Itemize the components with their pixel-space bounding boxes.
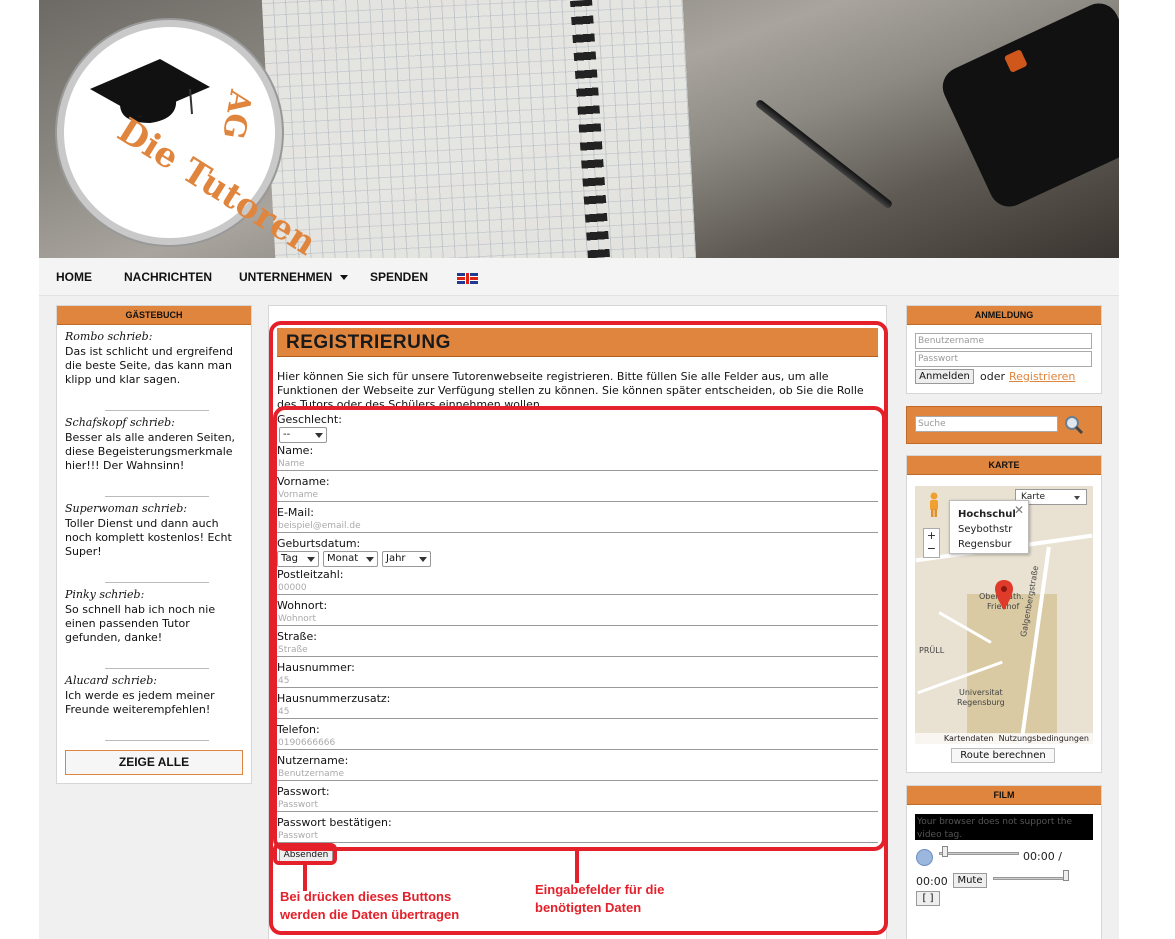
- guestbook-entry: Rombo schrieb: Das ist schlicht und ergr…: [65, 330, 243, 387]
- nav-company[interactable]: UNTERNEHMEN: [239, 270, 349, 284]
- map-panel: KARTE + − Karte Hochschul Seybothstr Reg…: [906, 455, 1102, 773]
- search-icon[interactable]: [1064, 415, 1084, 435]
- header-banner: Die Tutoren AG: [39, 0, 1119, 258]
- guestbook-text: Toller Dienst und dann auch noch komplet…: [65, 517, 232, 558]
- map-attribution: Kartendaten Nutzungsbedingungen: [915, 733, 1093, 744]
- map-campus-area: [967, 594, 1057, 734]
- guestbook-author: Rombo schrieb:: [65, 330, 153, 343]
- nav-news[interactable]: NACHRICHTEN: [124, 270, 212, 284]
- seek-slider[interactable]: [939, 852, 1019, 855]
- nav-donate[interactable]: SPENDEN: [370, 270, 428, 284]
- film-panel: FILM Your browser does not support the v…: [906, 785, 1102, 939]
- divider: [105, 582, 209, 583]
- uk-flag-icon[interactable]: [457, 273, 478, 284]
- site-logo[interactable]: Die Tutoren AG: [57, 20, 323, 258]
- logo-text-ag: AG: [214, 87, 258, 142]
- annotation-button-note: Bei drücken dieses Buttons werden die Da…: [280, 888, 459, 924]
- guestbook-entry: Alucard schrieb: Ich werde es jedem mein…: [65, 674, 243, 717]
- main-nav: HOME NACHRICHTEN UNTERNEHMEN SPENDEN: [39, 258, 1119, 296]
- registration-panel: REGISTRIERUNG Hier können Sie sich für u…: [268, 305, 888, 939]
- time-duration: 00:00: [916, 875, 948, 888]
- map-view[interactable]: + − Karte Hochschul Seybothstr Regensbur…: [915, 486, 1093, 744]
- guestbook-entry: Superwoman schrieb: Toller Dienst und da…: [65, 502, 243, 559]
- login-button[interactable]: Anmelden: [915, 369, 974, 384]
- login-or-text: oder: [980, 370, 1006, 383]
- login-username-input[interactable]: Benutzername: [915, 333, 1092, 349]
- annotation-fields-note: Eingabefelder für die benötigten Daten: [535, 881, 664, 917]
- annotation-fields-note-line1: Eingabefelder für die: [535, 882, 665, 897]
- annotation-button-note-line2: werden die Daten übertragen: [280, 907, 460, 922]
- guestbook-entry: Schafskopf schrieb: Besser als alle ande…: [65, 416, 243, 473]
- guestbook-author: Superwoman schrieb:: [65, 502, 187, 515]
- divider: [105, 740, 209, 741]
- time-current: 00:00 /: [1023, 850, 1062, 863]
- guestbook-author: Pinky schrieb:: [65, 588, 145, 601]
- popup-line: Seybothstr: [958, 524, 1013, 535]
- notebook-image: [261, 0, 697, 258]
- map-title: KARTE: [907, 456, 1101, 475]
- login-panel: ANMELDUNG Benutzername Passwort Anmelden…: [906, 305, 1102, 394]
- guestbook-text: Das ist schlicht und ergreifend die best…: [65, 345, 233, 386]
- volume-slider[interactable]: [993, 877, 1069, 880]
- pen-image: [754, 98, 894, 210]
- play-icon[interactable]: [916, 849, 933, 866]
- divider: [105, 496, 209, 497]
- map-label-uni: Regensburg: [957, 698, 1005, 707]
- pegman-icon[interactable]: [927, 492, 941, 518]
- annotation-fields-note-line2: benötigten Daten: [535, 900, 642, 915]
- search-panel: Suche: [906, 406, 1102, 444]
- annotation-button-box: [273, 843, 337, 865]
- popup-line: Regensbur: [958, 539, 1012, 550]
- guestbook-title: GÄSTEBUCH: [57, 306, 251, 325]
- zoom-control[interactable]: + −: [923, 528, 940, 558]
- volume-handle[interactable]: [1063, 870, 1069, 881]
- map-info-popup: Hochschul Seybothstr Regensbur ✕: [949, 500, 1029, 554]
- annotation-button-note-line1: Bei drücken dieses Buttons: [280, 889, 452, 904]
- guestbook-panel: GÄSTEBUCH Rombo schrieb: Das ist schlich…: [56, 305, 252, 784]
- divider: [105, 668, 209, 669]
- map-marker-icon[interactable]: [995, 580, 1013, 610]
- map-attribution-data[interactable]: Kartendaten: [944, 734, 994, 743]
- register-link[interactable]: Registrieren: [1009, 370, 1075, 383]
- route-button[interactable]: Route berechnen: [951, 748, 1055, 763]
- device-image: [936, 0, 1119, 214]
- guestbook-author: Alucard schrieb:: [65, 674, 157, 687]
- annotation-fields-box: [273, 406, 886, 851]
- close-icon[interactable]: ✕: [1014, 503, 1024, 518]
- guestbook-author: Schafskopf schrieb:: [65, 416, 175, 429]
- graduation-cap-icon: [90, 59, 210, 123]
- show-all-button[interactable]: ZEIGE ALLE: [65, 750, 243, 775]
- annotation-pointer: [575, 851, 579, 883]
- mute-button[interactable]: Mute: [953, 873, 987, 888]
- map-label-uni: Universitat: [959, 688, 1003, 697]
- zoom-out-icon[interactable]: −: [924, 542, 939, 555]
- film-title: FILM: [907, 786, 1101, 805]
- fullscreen-button[interactable]: [ ]: [916, 891, 940, 906]
- login-password-input[interactable]: Passwort: [915, 351, 1092, 367]
- login-title: ANMELDUNG: [907, 306, 1101, 325]
- divider: [105, 410, 209, 411]
- chevron-down-icon: [340, 275, 349, 281]
- nav-company-label: UNTERNEHMEN: [239, 270, 333, 284]
- seek-handle[interactable]: [942, 846, 948, 857]
- chevron-down-icon: [1074, 496, 1080, 500]
- page: Die Tutoren AG HOME NACHRICHTEN UNTERNEH…: [39, 0, 1119, 939]
- map-attribution-terms[interactable]: Nutzungsbedingungen: [999, 734, 1089, 743]
- nav-home[interactable]: HOME: [56, 270, 92, 284]
- video-player[interactable]: Your browser does not support the video …: [915, 814, 1093, 840]
- map-label-area: PRÜLL: [919, 646, 945, 655]
- guestbook-text: Ich werde es jedem meiner Freunde weiter…: [65, 689, 215, 716]
- guestbook-text: So schnell hab ich noch nie einen passen…: [65, 603, 216, 644]
- search-input[interactable]: Suche: [915, 416, 1058, 432]
- zoom-in-icon[interactable]: +: [924, 529, 939, 542]
- guestbook-text: Besser als alle anderen Seiten, diese Be…: [65, 431, 236, 472]
- guestbook-entry: Pinky schrieb: So schnell hab ich noch n…: [65, 588, 243, 645]
